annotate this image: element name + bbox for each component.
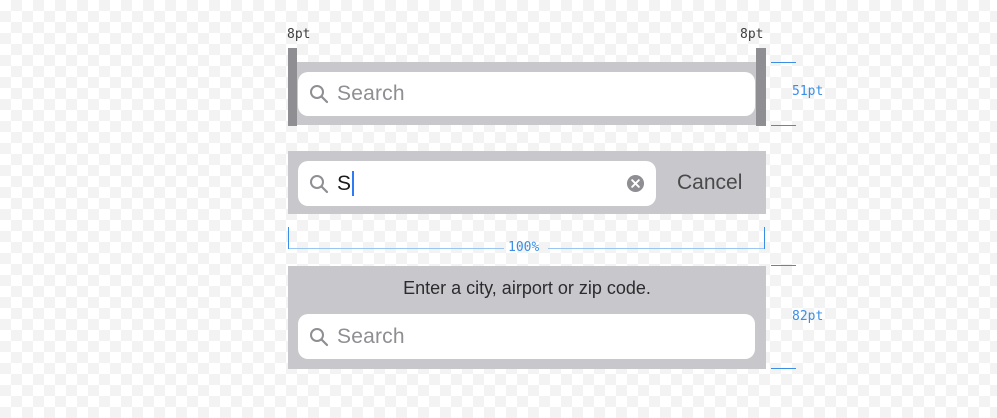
width-line-right <box>548 248 764 249</box>
active-search-bar: S Cancel <box>288 151 766 214</box>
active-search-field[interactable]: S <box>298 161 656 206</box>
width-left-tick <box>288 227 289 249</box>
bar-height-label: 51pt <box>792 84 824 99</box>
search-icon <box>310 174 329 193</box>
prompt-search-bar: Enter a city, airport or zip code. Searc… <box>288 266 766 369</box>
default-search-placeholder: Search <box>337 82 405 105</box>
cancel-button[interactable]: Cancel <box>677 171 742 195</box>
width-label: 100% <box>508 240 540 255</box>
width-line-left <box>289 248 504 249</box>
search-query-text: S <box>337 171 352 195</box>
prompt-search-placeholder: Search <box>337 324 405 348</box>
prompt-height-top-tick <box>771 265 796 266</box>
width-right-tick <box>764 227 765 249</box>
default-search-bar: Search <box>297 62 756 125</box>
bar-height-top-tick <box>771 62 796 63</box>
prompt-height-label: 82pt <box>792 309 824 324</box>
search-icon <box>310 85 329 104</box>
prompt-search-field[interactable]: Search <box>298 314 755 359</box>
prompt-height-bottom-tick <box>771 368 796 369</box>
left-margin-label: 8pt <box>287 27 311 42</box>
text-caret <box>352 171 355 196</box>
search-prompt: Enter a city, airport or zip code. <box>403 278 651 298</box>
right-margin-guide <box>756 48 766 126</box>
search-icon <box>310 327 329 346</box>
bar-height-bottom-tick <box>771 125 796 126</box>
clear-icon[interactable] <box>626 174 645 193</box>
left-margin-guide <box>288 48 297 126</box>
right-margin-label: 8pt <box>740 27 764 42</box>
default-search-field[interactable]: Search <box>298 72 755 116</box>
